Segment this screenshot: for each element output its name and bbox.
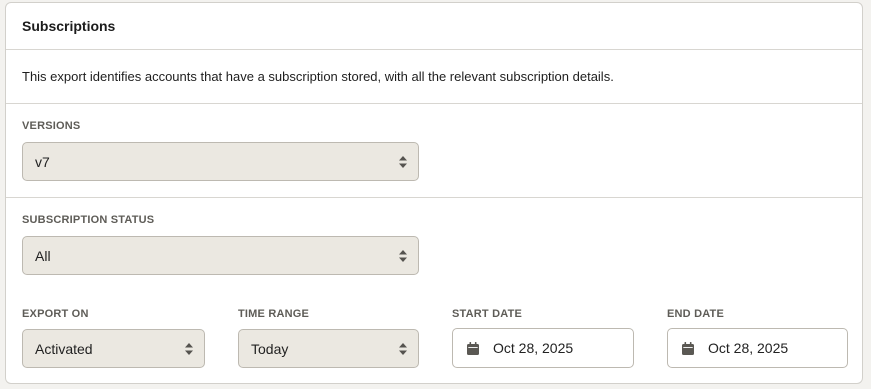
description-text: This export identifies accounts that hav…	[22, 69, 614, 84]
updown-chevron-icon	[399, 342, 407, 355]
updown-chevron-icon	[399, 155, 407, 168]
versions-select[interactable]: v7	[22, 142, 419, 181]
start-date-label: START DATE	[452, 308, 523, 320]
card-header: Subscriptions	[6, 3, 862, 50]
time-range-value: Today	[251, 340, 289, 357]
time-range-label: TIME RANGE	[238, 308, 310, 320]
versions-value: v7	[35, 153, 50, 170]
versions-section: VERSIONS v7	[6, 104, 862, 198]
subscription-status-label: SUBSCRIPTION STATUS	[22, 214, 155, 226]
start-date-input[interactable]: Oct 28, 2025	[452, 328, 634, 368]
calendar-icon	[682, 341, 694, 355]
end-date-value: Oct 28, 2025	[708, 340, 789, 356]
start-date-value: Oct 28, 2025	[493, 340, 574, 356]
export-on-label: EXPORT ON	[22, 308, 89, 320]
updown-chevron-icon	[399, 249, 407, 262]
subscription-status-value: All	[35, 247, 51, 264]
end-date-input[interactable]: Oct 28, 2025	[667, 328, 848, 368]
time-range-select[interactable]: Today	[238, 329, 419, 368]
end-date-label: END DATE	[667, 308, 725, 320]
calendar-icon	[467, 341, 479, 355]
export-on-select[interactable]: Activated	[22, 329, 205, 368]
updown-chevron-icon	[185, 342, 193, 355]
export-description: This export identifies accounts that hav…	[6, 50, 862, 104]
versions-label: VERSIONS	[22, 120, 81, 132]
subscription-status-select[interactable]: All	[22, 236, 419, 275]
export-on-value: Activated	[35, 340, 93, 357]
subscriptions-export-card: Subscriptions This export identifies acc…	[5, 2, 863, 384]
filters-section: SUBSCRIPTION STATUS All EXPORT ON Activa…	[6, 198, 862, 383]
card-title: Subscriptions	[22, 18, 116, 34]
